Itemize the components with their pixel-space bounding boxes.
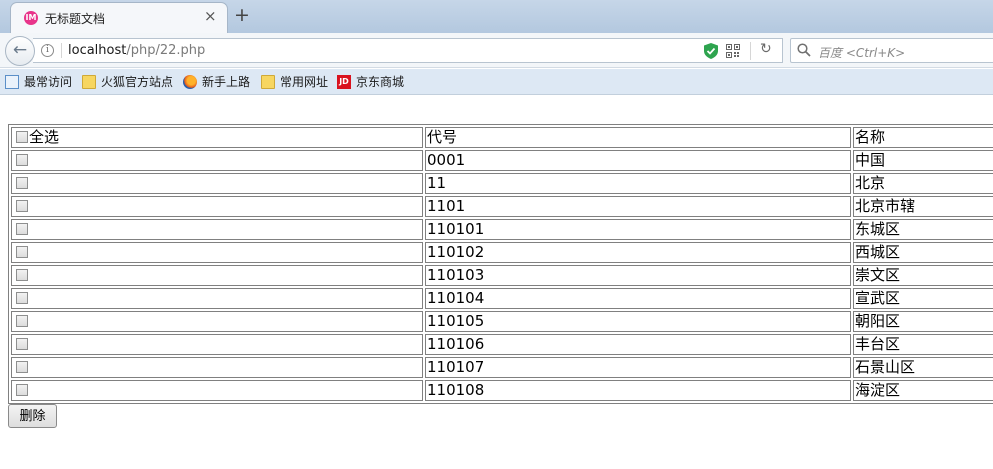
row-checkbox[interactable] [16,200,28,212]
qr-code-icon[interactable] [726,44,740,58]
bookmark-label: 火狐官方站点 [101,75,174,89]
row-select-cell [11,334,423,355]
row-name: 北京 [853,173,993,194]
search-bar[interactable]: 百度 <Ctrl+K> [790,38,993,63]
row-select-cell [11,173,423,194]
bookmark-label: 常用网址 [280,75,329,89]
table-row: 110101 东城区 [11,219,993,240]
row-select-cell [11,219,423,240]
row-name: 朝阳区 [853,311,993,332]
table-row: 110105 朝阳区 [11,311,993,332]
url-text[interactable]: localhost/php/22.php [68,43,205,58]
row-code: 110102 [425,242,851,263]
tab-active[interactable]: IM 无标题文档 × [10,2,228,33]
row-name: 石景山区 [853,357,993,378]
new-tab-icon[interactable]: + [234,4,250,26]
row-select-cell [11,196,423,217]
row-checkbox[interactable] [16,154,28,166]
row-name: 北京市辖 [853,196,993,217]
row-select-cell [11,265,423,286]
row-code: 1101 [425,196,851,217]
select-all-checkbox[interactable] [16,131,28,143]
table-row: 110107 石景山区 [11,357,993,378]
region-table: 全选 代号 名称 0001 中国 11 北京 1101 北京市辖 110101 东城区 1101… [8,124,993,404]
table-row: 11 北京 [11,173,993,194]
url-bar[interactable]: i localhost/php/22.php ↻ [33,38,783,63]
delete-button[interactable]: 删除 [8,404,57,428]
row-code: 110107 [425,357,851,378]
tab-title: 无标题文档 [45,12,106,26]
row-select-cell [11,311,423,332]
row-code: 110106 [425,334,851,355]
table-row: 110104 宣武区 [11,288,993,309]
folder-icon [82,75,96,89]
bookmark-label: 京东商城 [356,75,405,89]
search-icon [797,43,811,57]
row-name: 丰台区 [853,334,993,355]
bookmark-page-icon [5,75,19,89]
table-row: 0001 中国 [11,150,993,171]
row-checkbox[interactable] [16,361,28,373]
select-all-label: 全选 [29,128,60,146]
row-name: 海淀区 [853,380,993,401]
row-select-cell [11,150,423,171]
row-code: 110105 [425,311,851,332]
close-icon[interactable]: × [204,9,217,24]
table-header-row: 全选 代号 名称 [11,127,993,148]
row-checkbox[interactable] [16,246,28,258]
select-all-cell: 全选 [11,127,423,148]
jd-icon: JD [337,75,351,89]
shield-icon[interactable] [704,43,718,59]
row-code: 110108 [425,380,851,401]
folder-icon [261,75,275,89]
url-divider [61,43,62,58]
row-checkbox[interactable] [16,269,28,281]
url-path: /php/22.php [126,43,206,58]
column-header-code: 代号 [425,127,851,148]
row-checkbox[interactable] [16,177,28,189]
table-row: 110103 崇文区 [11,265,993,286]
row-checkbox[interactable] [16,292,28,304]
row-code: 0001 [425,150,851,171]
table-row: 110108 海淀区 [11,380,993,401]
row-name: 东城区 [853,219,993,240]
row-checkbox[interactable] [16,223,28,235]
row-code: 110104 [425,288,851,309]
table-row: 1101 北京市辖 [11,196,993,217]
info-icon[interactable]: i [41,44,54,57]
url-host: localhost [68,43,127,58]
row-checkbox[interactable] [16,384,28,396]
bookmarks-bar: 最常访问 火狐官方站点 新手上路 常用网址 JD 京东商城 [0,69,993,95]
row-select-cell [11,242,423,263]
row-name: 西城区 [853,242,993,263]
row-name: 崇文区 [853,265,993,286]
row-name: 中国 [853,150,993,171]
row-name: 宣武区 [853,288,993,309]
row-code: 110103 [425,265,851,286]
reload-icon[interactable]: ↻ [760,41,772,57]
row-select-cell [11,380,423,401]
table-row: 110102 西城区 [11,242,993,263]
page-content: 全选 代号 名称 0001 中国 11 北京 1101 北京市辖 110101 东城区 1101… [0,96,993,469]
bookmark-label: 最常访问 [24,75,73,89]
url-divider [750,42,751,60]
row-code: 11 [425,173,851,194]
row-select-cell [11,357,423,378]
table-row: 110106 丰台区 [11,334,993,355]
navigation-bar: i localhost/php/22.php ↻ ← 百度 <Ctrl+K> [0,33,993,68]
site-favicon-icon: IM [24,11,38,25]
firefox-icon [183,75,197,89]
row-checkbox[interactable] [16,315,28,327]
column-header-name: 名称 [853,127,993,148]
bookmark-label: 新手上路 [202,75,251,89]
row-select-cell [11,288,423,309]
tab-strip: IM 无标题文档 × + [0,0,993,33]
search-input[interactable]: 百度 <Ctrl+K> [818,44,905,61]
row-checkbox[interactable] [16,338,28,350]
back-button[interactable]: ← [5,36,35,66]
row-code: 110101 [425,219,851,240]
